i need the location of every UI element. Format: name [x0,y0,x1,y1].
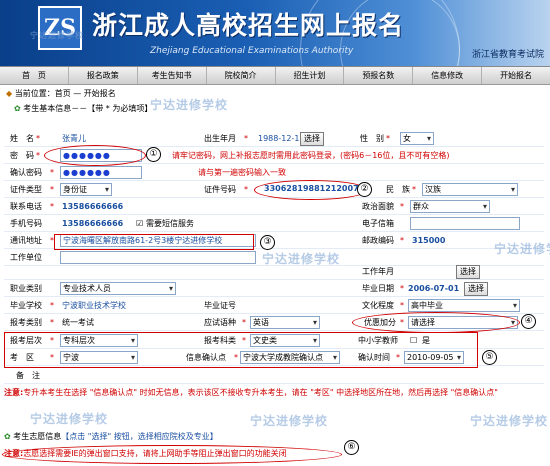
gender-select[interactable]: 女 [400,132,434,145]
birth-label: 出生年月 [204,134,236,143]
gradtime-label: 毕业日期 [362,284,394,293]
section-title: ✿ 考生基本信息－－【带 * 为必填项】 [14,104,153,113]
politics-select[interactable]: 群众 [410,200,490,213]
watermark: 宁达进修学校 [250,414,329,428]
watermark: 宁达进修学校 [262,252,341,266]
marker-3: ③ [260,235,275,250]
watermark: 宁达进修学校 [470,414,549,428]
highlight-oval-4 [352,312,520,333]
nation-label: 民 族 [386,185,410,194]
postcode-label: 邮政编码 [362,236,394,245]
confirm-label: 确认密码 [10,168,42,177]
school-value[interactable]: 宁波职业技术学校 [62,298,126,314]
workplace-input[interactable] [60,251,256,264]
highlight-oval-1 [44,145,146,166]
nav-colleges[interactable]: 院校简介 [207,67,276,84]
birth-value: 1988-12-12 [258,134,305,143]
postcode-value[interactable]: 315000 [412,233,445,249]
flower-icon: ✿ [14,104,24,113]
password-label: 密 码 [10,151,34,160]
highlight-box-3 [54,234,254,250]
idtype-label: 证件类型 [10,185,42,194]
location-icon: ◆ [6,89,15,98]
email-input[interactable] [410,217,520,230]
nav-home[interactable]: 首 页 [0,67,69,84]
mobile-label: 手机号码 [10,219,42,228]
row-mobile: 手机号码 13586666666 ☑ 需要短信服务 电子信箱 [4,216,544,232]
marker-1: ① [146,147,161,162]
nation-select[interactable]: 汉族 [422,183,518,196]
idno-label: 证件号码 [204,185,236,194]
gradtime-select-button[interactable]: 选择 [464,282,488,296]
confirm-hint: 请与第一遍密码输入一致 [198,168,286,177]
occupation-label: 职业类别 [10,284,42,293]
nav-plan[interactable]: 招生计划 [276,67,345,84]
gender-label: 性 别 [360,134,384,143]
row-occupation: 职业类别 专业技术人员 毕业日期* 2006-07-01 选择 [4,281,544,297]
phone-value[interactable]: 13586666666 [62,199,123,215]
mobile-value[interactable]: 13586666666 [62,216,123,232]
marker-2: ② [357,182,372,197]
marker-6: ⑥ [344,440,359,455]
nav-modify[interactable]: 信息修改 [413,67,483,84]
idtype-select[interactable]: 身份证 [60,183,112,196]
flower-icon: ✿ [4,432,14,441]
watermark: 宁达进修学校 [30,412,109,426]
regtype-value: 统一考试 [62,318,94,327]
nav-prereg[interactable]: 预报名数 [344,67,414,84]
name-label: 姓 名 [10,134,34,143]
address-label: 通讯地址 [10,236,42,245]
site-title: 浙江成人高校招生网上报名 [92,11,405,40]
row-confirm: 确认密码 * ●●●●●● 请与第一遍密码输入一致 [4,165,544,181]
breadcrumb: ◆ 当前位置：首页 — 开始报名 [6,89,116,98]
note-1: 注意:专升本考生在选择 "信息确认点" 时如无信息，表示该区不接收专升本考生，请… [4,388,498,397]
gradtime-value: 2006-07-01 [408,284,460,293]
nav-notice[interactable]: 考生告知书 [138,67,207,84]
occupation-select[interactable]: 专业技术人员 [60,282,176,295]
birth-select-button[interactable]: 选择 [300,132,324,146]
remark-label: 备 注 [16,371,40,380]
education-label: 文化程度 [362,301,394,310]
watermark: 宁达进修学校 [150,98,229,112]
site-subtitle: Zhejiang Educational Examinations Author… [150,46,354,56]
politics-label: 政治面貌 [362,202,394,211]
row-remark: 备 注 [4,368,544,384]
regtype-label: 报考类别 [10,318,42,327]
authority-name: 浙江省教育考试院 [471,50,544,60]
sms-label: 需要短信服务 [146,219,194,228]
highlight-oval-6 [2,445,342,464]
marker-4: ④ [521,314,536,329]
email-label: 电子信箱 [362,219,394,228]
highlight-oval-2 [254,180,368,200]
main-nav: 首 页 报名政策 考生告知书 院校简介 招生计划 预报名数 信息修改 开始报名 [0,66,550,85]
sms-checkbox[interactable]: ☑ [136,216,143,232]
volunteer-section: ✿ 考生志愿信息【点击 "选择" 按钮，选择相应院校及专业】 [4,432,218,441]
marker-5: ⑤ [482,350,497,365]
lang-select[interactable]: 英语 [250,316,320,329]
lang-label: 应试语种 [204,318,236,327]
confirm-password-input[interactable]: ●●●●●● [60,166,142,179]
worktime-label: 工作年月 [362,267,394,276]
worktime-select-button[interactable]: 选择 [456,265,480,279]
school-label: 毕业学校 [10,301,42,310]
nav-start[interactable]: 开始报名 [482,67,550,84]
watermark: 宁达进修学校 [494,242,550,256]
watermark: 宁达进修学校 [30,31,84,40]
cert-label: 毕业证号 [204,301,236,310]
phone-label: 联系电话 [10,202,42,211]
site-logo: ZS [38,6,82,50]
nav-policy[interactable]: 报名政策 [69,67,138,84]
row-phone: 联系电话 * 13586666666 政治面貌 * 群众 [4,199,544,215]
education-select[interactable]: 高中毕业 [408,299,520,312]
password-hint: 请牢记密码，网上补报志愿时需用此密码登录，(密码6－16位，且不可有空格) [172,151,450,160]
highlight-box-5 [4,332,478,368]
